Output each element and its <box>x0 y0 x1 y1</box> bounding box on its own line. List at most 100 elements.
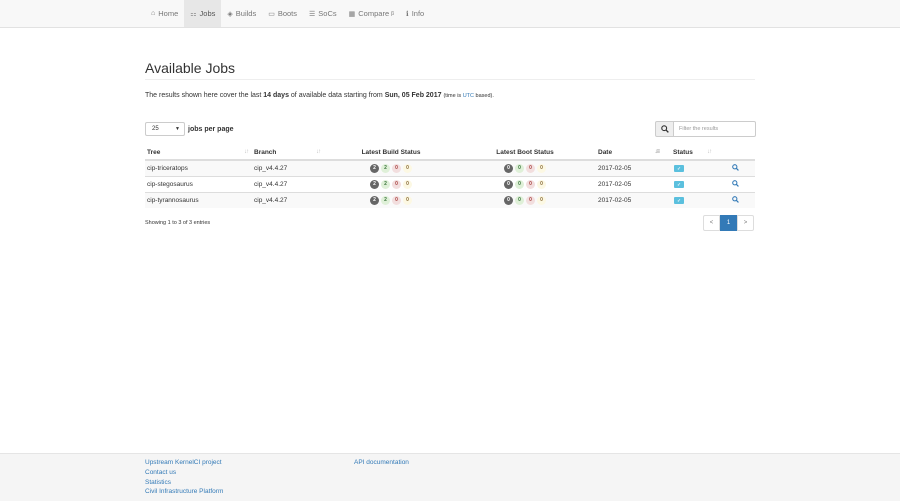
fail-count-badge: 0 <box>392 195 401 205</box>
nav-label: SoCs <box>318 9 337 18</box>
pass-count-badge: 0 <box>515 195 524 205</box>
status-cell: ✓ <box>663 175 715 192</box>
pass-count-badge: 0 <box>515 163 524 173</box>
filter-search <box>655 121 756 137</box>
unknown-count-badge: 0 <box>403 163 412 173</box>
build-status-cell: 2200 <box>324 191 458 208</box>
home-icon: ⌂ <box>151 10 156 17</box>
th-date[interactable]: Date ↓≡ <box>592 145 663 161</box>
fail-count-badge: 0 <box>526 195 535 205</box>
table-row[interactable]: cip-stegosaurus cip_v4.4.27 2 2 0 0 0 0 0 0 2017-0… <box>145 175 755 192</box>
fail-count-badge: 0 <box>526 163 535 173</box>
chevron-down-icon: ▼ <box>175 126 180 132</box>
build-status-cell: 2200 <box>324 159 458 176</box>
nav-jobs[interactable]: ⚏ Jobs <box>184 0 222 27</box>
unknown-count-badge: 0 <box>403 195 412 205</box>
unknown-count-badge: 0 <box>537 179 546 189</box>
beta-badge: β <box>391 10 395 17</box>
boot-status-cell: 0000 <box>458 191 592 208</box>
nav-builds[interactable]: ◈ Builds <box>221 0 262 27</box>
footer: Upstream KernelCI project Contact us Stati… <box>0 453 900 501</box>
footer-links-right: API documentation <box>354 458 409 468</box>
cubes-icon: ◈ <box>227 10 233 18</box>
prev-page-button[interactable]: < <box>703 215 720 231</box>
pass-count-badge: 0 <box>515 179 524 189</box>
table-row[interactable]: cip-triceratops cip_v4.4.27 2 2 0 0 0 0 0 0 2017-0… <box>145 159 755 176</box>
list-icon: ☰ <box>309 10 316 18</box>
page-description: The results shown here cover the last 14… <box>145 92 494 99</box>
actions-cell <box>715 191 755 208</box>
navbar: ⌂ Home ⚏ Jobs ◈ Builds ▭ Boots ☰ SoCs ▦ Compare β ℹ In… <box>0 0 900 28</box>
search-icon[interactable] <box>731 195 739 203</box>
th-actions <box>715 145 755 161</box>
nav-compare[interactable]: ▦ Compare β <box>343 0 400 27</box>
pagination: < 1 > <box>703 215 754 231</box>
filter-input[interactable] <box>674 121 756 137</box>
date-cell: 2017-02-05 <box>592 175 663 192</box>
jobs-table: Tree ↓↑ Branch ↓↑ Latest Build Status Late… <box>145 145 755 208</box>
th-status[interactable]: Status ↓↑ <box>663 145 715 161</box>
unknown-count-badge: 0 <box>537 195 546 205</box>
sort-icon: ↓↑ <box>244 149 249 155</box>
unknown-count-badge: 0 <box>403 179 412 189</box>
start-date: Sun, 05 Feb 2017 <box>384 92 442 99</box>
status-check-icon: ✓ <box>674 164 684 172</box>
search-icon[interactable] <box>731 163 739 171</box>
total-count-badge: 2 <box>370 195 379 205</box>
title-divider <box>145 79 755 80</box>
pass-count-badge: 2 <box>381 195 390 205</box>
time-note: (time is UTC based). <box>443 93 494 99</box>
sort-icon: ↓↑ <box>707 149 712 155</box>
sort-icon: ↓↑ <box>316 149 321 155</box>
status-check-icon: ✓ <box>674 196 684 204</box>
nav-label: Boots <box>277 9 298 18</box>
next-page-button[interactable]: > <box>737 215 754 231</box>
fail-count-badge: 0 <box>392 179 401 189</box>
entries-info: Showing 1 to 3 of 3 entries <box>145 220 211 226</box>
total-count-badge: 2 <box>370 163 379 173</box>
tree-cell: cip-tyrannosaurus <box>145 191 252 208</box>
th-boot-status: Latest Boot Status <box>458 145 592 161</box>
th-build-status: Latest Build Status <box>324 145 458 161</box>
footer-link[interactable]: API documentation <box>354 458 409 468</box>
branch-cell: cip_v4.4.27 <box>252 159 324 176</box>
sort-desc-icon: ↓≡ <box>654 149 659 155</box>
footer-link[interactable]: Upstream KernelCI project <box>145 458 223 468</box>
footer-link[interactable]: Statistics <box>145 478 223 488</box>
total-count-badge: 0 <box>504 195 513 205</box>
date-cell: 2017-02-05 <box>592 191 663 208</box>
pass-count-badge: 2 <box>381 179 390 189</box>
footer-link[interactable]: Civil Infrastructure Platform <box>145 487 223 497</box>
th-tree[interactable]: Tree ↓↑ <box>145 145 252 161</box>
status-cell: ✓ <box>663 159 715 176</box>
nav-home[interactable]: ⌂ Home <box>145 0 184 27</box>
actions-cell <box>715 159 755 176</box>
branch-cell: cip_v4.4.27 <box>252 175 324 192</box>
info-icon: ℹ <box>406 10 409 18</box>
total-count-badge: 2 <box>370 179 379 189</box>
nav-socs[interactable]: ☰ SoCs <box>303 0 343 27</box>
sitemap-icon: ⚏ <box>190 10 197 18</box>
pass-count-badge: 2 <box>381 163 390 173</box>
utc-link[interactable]: UTC <box>463 93 474 99</box>
table-row[interactable]: cip-tyrannosaurus cip_v4.4.27 2 2 0 0 0 0 0 0 2017… <box>145 191 755 208</box>
search-icon[interactable] <box>731 179 739 187</box>
nav-label: Compare <box>358 9 390 18</box>
nav-info[interactable]: ℹ Info <box>400 0 430 27</box>
footer-links-left: Upstream KernelCI project Contact us Stati… <box>145 458 223 497</box>
nav-label: Home <box>158 9 179 18</box>
page-title: Available Jobs <box>145 60 236 76</box>
page-size-select[interactable]: 25 ▼ <box>145 122 185 136</box>
nav-boots[interactable]: ▭ Boots <box>262 0 303 27</box>
tree-cell: cip-stegosaurus <box>145 175 252 192</box>
date-cell: 2017-02-05 <box>592 159 663 176</box>
page-size-control: 25 ▼ jobs per page <box>145 122 234 136</box>
fail-count-badge: 0 <box>526 179 535 189</box>
total-count-badge: 0 <box>504 163 513 173</box>
page-1-button[interactable]: 1 <box>720 215 737 231</box>
footer-link[interactable]: Contact us <box>145 468 223 478</box>
boot-status-cell: 0000 <box>458 175 592 192</box>
hdd-icon: ▭ <box>268 10 275 18</box>
th-branch[interactable]: Branch ↓↑ <box>252 145 324 161</box>
nav-label: Builds <box>235 9 257 18</box>
